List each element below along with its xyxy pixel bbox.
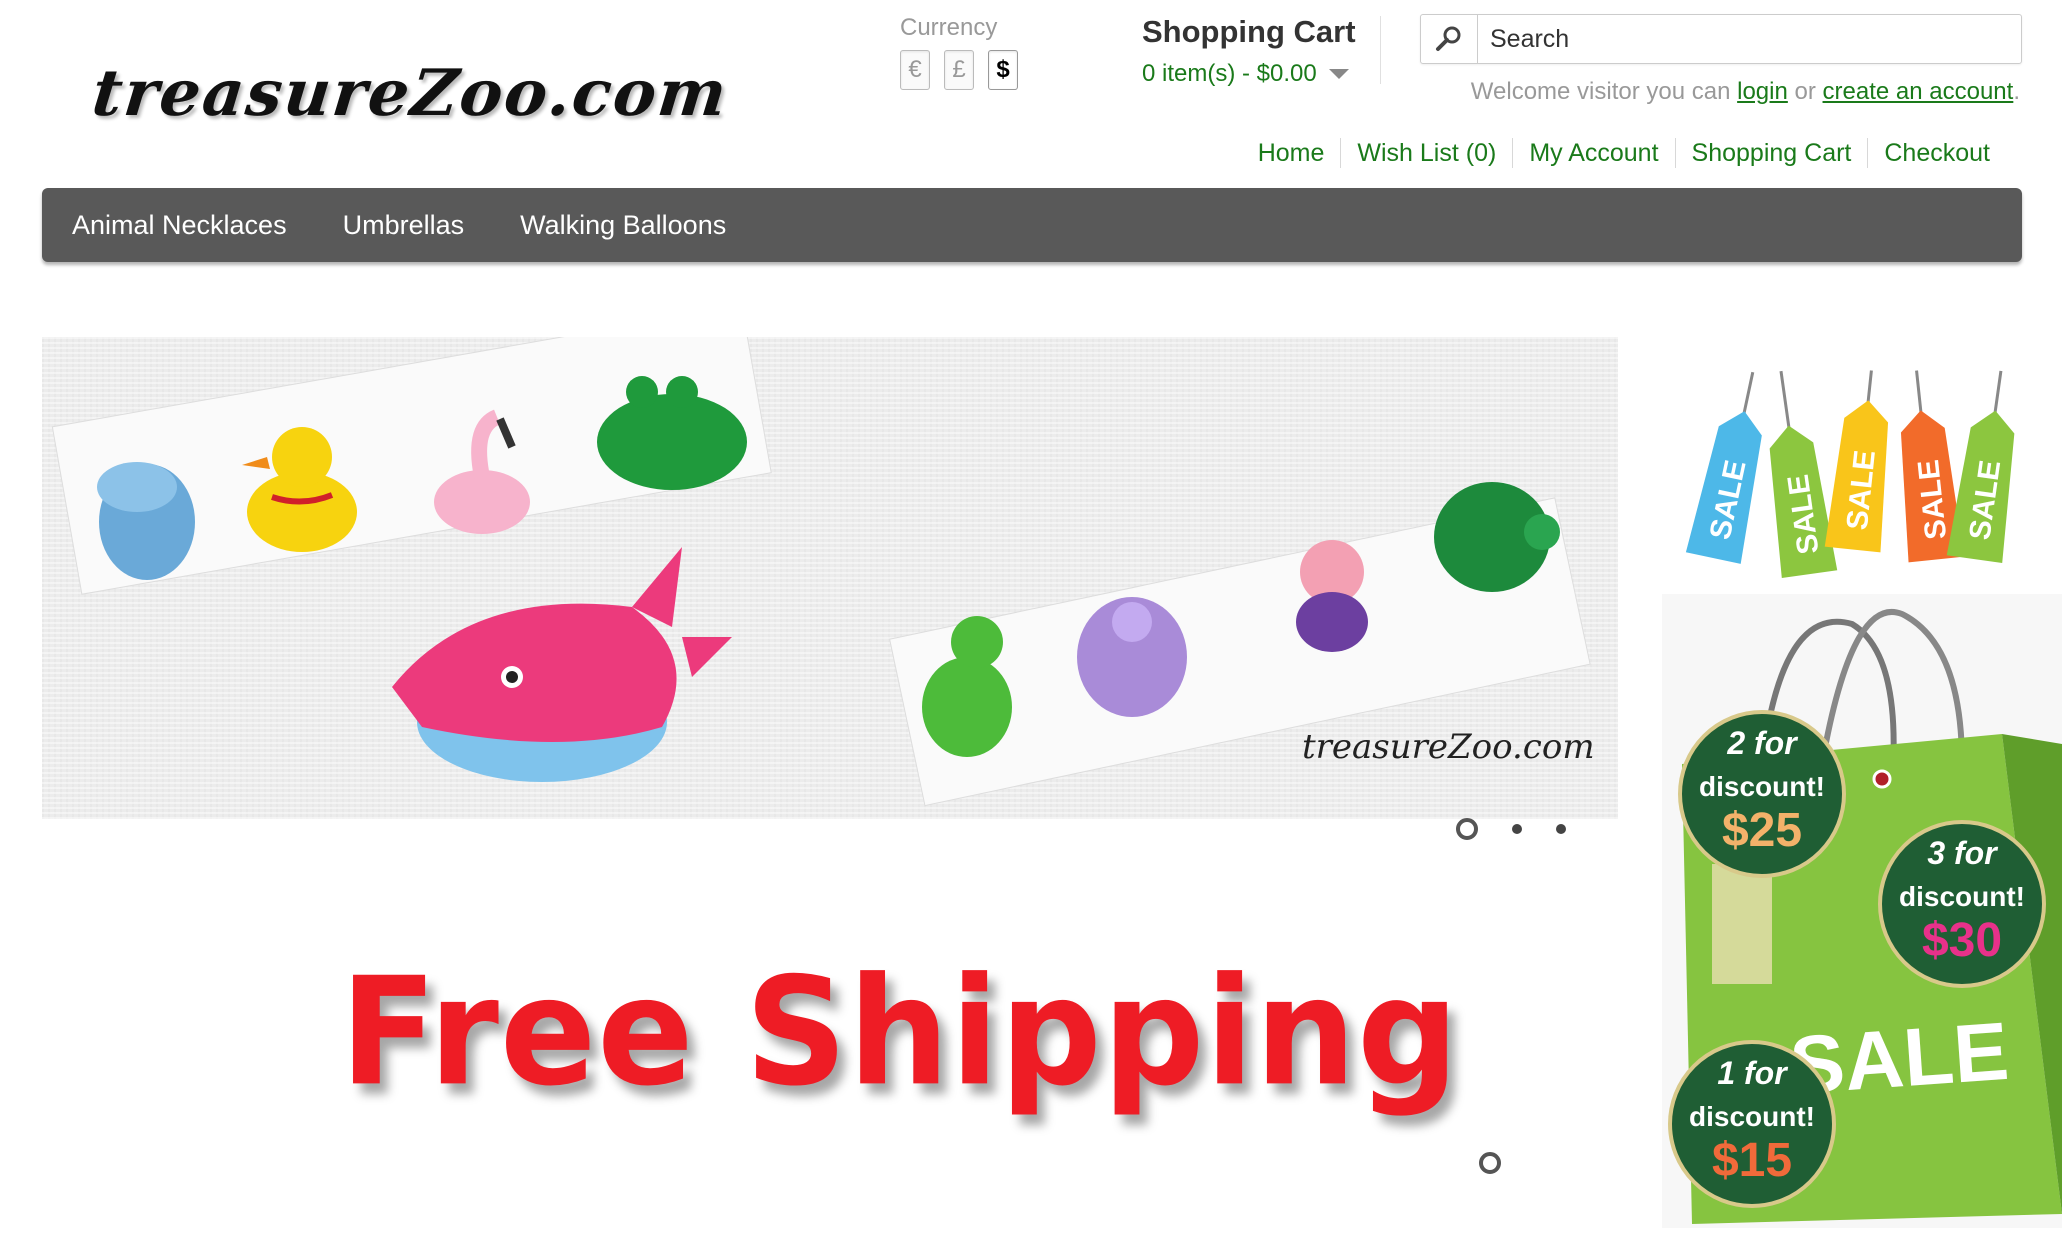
currency-pound-button[interactable]: £ [944,50,974,90]
cart-title: Shopping Cart [1142,14,1356,49]
discount-badge: 1 for discount!$15 [1668,1040,1836,1208]
currency-label: Currency [900,14,998,41]
discount-badge: 2 for discount!$25 [1678,710,1846,878]
menu-item-umbrellas[interactable]: Umbrellas [313,210,491,241]
menu-item-animal-necklaces[interactable]: Animal Necklaces [42,210,313,241]
slide-dot-2[interactable] [1512,824,1522,834]
discount-bag-banner[interactable]: SALE 2 for discount! $25 3 for discount! $30 1… [1662,594,2062,1228]
slideshow-pager [1456,818,1566,840]
sale-tags-image: SALE SALE SALE SALE SALE [1685,370,2015,579]
free-shipping-headline: Free Shipping [340,945,1460,1120]
svg-text:2 for: 2 for [1726,725,1798,761]
wish-list-link[interactable]: Wish List (0) [1340,138,1512,168]
currency-dollar-button[interactable]: $ [988,50,1018,90]
banner-slideshow[interactable]: treasureZoo.com [42,337,1618,819]
top-links: Home Wish List (0) My Account Shopping C… [1242,138,2006,168]
shopping-cart-link[interactable]: Shopping Cart [1674,138,1868,168]
sale-tag: SALE [1946,370,2015,564]
welcome-message: Welcome visitor you can login or create … [1470,78,2020,105]
checkout-link[interactable]: Checkout [1867,138,2006,168]
shopping-bag-image: SALE 2 fordiscount!$25 3 fordiscount!$301… [1668,609,2062,1224]
search-input[interactable] [1478,23,1992,55]
discount-badge: 3 for discount!$30 [1878,820,2046,988]
svg-text:1 for: 1 for [1717,1055,1788,1091]
search-box [1420,14,2022,64]
sale-tag: SALE [1824,370,1889,553]
svg-text:discount!: discount! [1899,881,2025,912]
sale-tag: SALE [1769,370,1838,579]
category-menu: Animal Necklaces Umbrellas Walking Ballo… [42,188,2022,262]
svg-text:discount!: discount! [1699,771,1825,802]
login-link[interactable]: login [1737,78,1788,105]
cart-total-row[interactable]: 0 item(s) - $0.00 [1142,60,1382,88]
home-link[interactable]: Home [1242,138,1341,168]
currency-euro-button[interactable]: € [900,50,930,90]
banner-caption: treasureZoo.com [1302,727,1595,767]
cart-summary[interactable]: Shopping Cart 0 item(s) - $0.00 [1142,14,1382,88]
site-logo[interactable]: treasureZoo.com [87,56,732,146]
svg-text:3 for: 3 for [1927,835,1998,871]
promo-slide-dot[interactable] [1479,1152,1501,1174]
slide-dot-3[interactable] [1556,824,1566,834]
sale-tags-banner[interactable]: SALE SALE SALE SALE SALE [1672,370,2044,580]
menu-item-walking-balloons[interactable]: Walking Balloons [490,210,752,241]
svg-text:discount!: discount! [1689,1101,1815,1132]
my-account-link[interactable]: My Account [1512,138,1674,168]
cart-total: 0 item(s) - $0.00 [1142,60,1317,87]
svg-text:$30: $30 [1922,914,2002,967]
sale-tag: SALE [1685,371,1762,564]
create-account-link[interactable]: create an account [1823,78,2014,105]
svg-text:$25: $25 [1722,804,1802,857]
svg-text:$15: $15 [1712,1134,1792,1187]
currency-switcher: Currency € £ $ [900,14,1018,90]
divider [1380,16,1381,84]
caret-down-icon[interactable] [1328,69,1349,79]
slide-dot-1[interactable] [1456,818,1478,840]
search-icon[interactable] [1421,15,1478,63]
